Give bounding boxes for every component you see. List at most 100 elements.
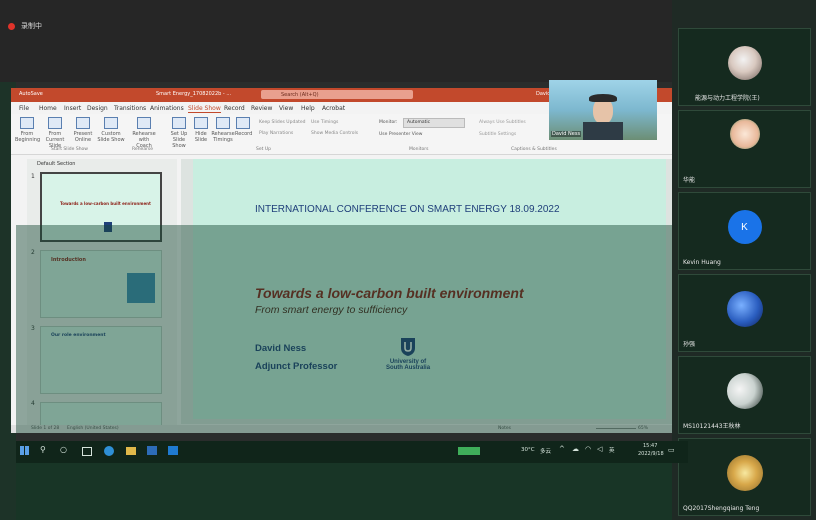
tab-help[interactable]: Help (301, 105, 315, 112)
slide-count: Slide 1 of 28 (31, 426, 60, 431)
presenter-view-checkbox[interactable]: Use Presenter View (379, 132, 422, 137)
tab-design[interactable]: Design (87, 105, 108, 112)
zoom-level[interactable]: 65% (638, 426, 648, 431)
volume-icon[interactable]: ◁ (597, 445, 602, 453)
slide-thumbnail[interactable]: Towards a low-carbon built environment (40, 172, 162, 242)
slide-thumbnails-pane: Default Section 1 Towards a low-carbon b… (27, 159, 177, 432)
avatar (729, 118, 760, 149)
edge-icon[interactable] (104, 446, 114, 456)
slide-number: 2 (31, 249, 35, 256)
participant-tile[interactable]: MS10121443王秋林 (678, 356, 811, 434)
setup-button[interactable]: Set Up Slide Show (167, 117, 191, 149)
coach-icon (137, 117, 151, 129)
subtitles-checkbox[interactable]: Always Use Subtitles (479, 120, 526, 125)
rehearse-timings-button[interactable]: Rehearse Timings (211, 117, 235, 143)
from-beginning-button[interactable]: From Beginning (15, 117, 40, 143)
search-box[interactable]: Search (Alt+Q) (261, 90, 413, 99)
participant-tile[interactable]: 孙强 (678, 274, 811, 352)
record-button[interactable]: Record (235, 117, 253, 137)
search-placeholder: Search (Alt+Q) (281, 92, 319, 98)
file-explorer-icon[interactable] (126, 447, 136, 455)
slide-number: 3 (31, 325, 35, 332)
avatar (726, 373, 763, 410)
record-icon (236, 117, 250, 129)
tab-record[interactable]: Record (224, 105, 245, 112)
slide-canvas: INTERNATIONAL CONFERENCE ON SMART ENERGY… (181, 159, 672, 424)
present-online-label: Present Online (73, 131, 93, 143)
speaker-hat (589, 94, 617, 102)
wifi-icon[interactable]: ◠ (585, 445, 591, 453)
slide-thumbnail[interactable]: Our role environment (40, 326, 162, 394)
notification-icon[interactable]: ▭ (668, 446, 675, 454)
tab-home[interactable]: Home (39, 105, 57, 112)
rehearse-group-label: Rehearse (132, 147, 154, 152)
slide-thumbnail[interactable]: Introduction (40, 250, 162, 318)
windows-taskbar: ⚲ ○ 30°C 多云 ^ ☁ ◠ ◁ 英 15:47 2022/9/18 ▭ (16, 441, 688, 463)
weather-label[interactable]: 多云 (540, 447, 551, 455)
tab-slide-show[interactable]: Slide Show (188, 105, 221, 113)
language-label[interactable]: English (United States) (67, 426, 119, 431)
app-icon[interactable] (168, 446, 178, 455)
widgets-icon[interactable] (82, 447, 92, 456)
clock-date[interactable]: 2022/9/18 (638, 451, 664, 457)
tab-view[interactable]: View (279, 105, 293, 112)
university-name: University of South Australia (381, 359, 435, 371)
task-view-icon[interactable]: ○ (60, 445, 67, 454)
tab-animations[interactable]: Animations (150, 105, 184, 112)
monitor-label: Monitor: (379, 120, 398, 125)
participant-name: 华能 (683, 177, 696, 184)
hide-slide-icon (194, 117, 208, 129)
temperature[interactable]: 30°C (521, 447, 535, 453)
participant-tile[interactable]: 华能 (678, 110, 811, 188)
avatar: K (727, 210, 762, 245)
show-media-checkbox[interactable]: Show Media Controls (311, 131, 358, 136)
search-icon[interactable]: ⚲ (40, 445, 46, 454)
record-label: Record (235, 131, 253, 137)
slide-number: 1 (31, 173, 35, 180)
windows-start-icon[interactable] (20, 446, 29, 455)
avatar (727, 46, 762, 81)
tab-acrobat[interactable]: Acrobat (322, 105, 345, 112)
ime-label[interactable]: 英 (609, 446, 615, 454)
zoom-slider[interactable] (596, 428, 636, 429)
subtitle-settings-button[interactable]: Subtitle Settings (479, 132, 516, 137)
play-current-icon (48, 117, 62, 129)
hide-slide-label: Hide Slide (194, 131, 208, 143)
notes-button[interactable]: Notes (498, 426, 511, 431)
rehearse-timings-label: Rehearse Timings (211, 131, 235, 143)
thumbnail-title: Our role environment (51, 333, 106, 338)
monitor-select[interactable]: Automatic (403, 118, 465, 128)
start-group-label: Start Slide Show (51, 147, 88, 152)
ppt-title: Smart Energy_17082022b - ... (156, 91, 232, 97)
participant-tile[interactable]: K Kevin Huang (678, 192, 811, 270)
current-slide[interactable]: INTERNATIONAL CONFERENCE ON SMART ENERGY… (193, 159, 666, 419)
participant-name: Kevin Huang (683, 259, 721, 266)
participant-tile[interactable]: QQ2017Shengqiang Teng (678, 438, 811, 516)
rehearse-coach-button[interactable]: Rehearse with Coach (131, 117, 157, 149)
university-shield-icon (401, 338, 415, 356)
section-label[interactable]: Default Section (37, 161, 75, 167)
speaker-shirt (583, 122, 623, 140)
author-role: Adjunct Professor (255, 361, 338, 372)
captions-group-label: Captions & Subtitles (511, 147, 557, 152)
tab-transitions[interactable]: Transitions (114, 105, 146, 112)
hide-slide-button[interactable]: Hide Slide (191, 117, 211, 143)
present-online-button[interactable]: Present Online (71, 117, 95, 143)
tab-review[interactable]: Review (251, 105, 272, 112)
participant-name: 能源与动力工程学院(王) (695, 95, 760, 102)
custom-show-button[interactable]: Custom Slide Show (97, 117, 125, 143)
participant-name: MS10121443王秋林 (683, 423, 741, 430)
from-current-button[interactable]: From Current Slide (41, 117, 69, 149)
clock-time[interactable]: 15:47 (643, 443, 657, 449)
meeting-app-icon[interactable] (147, 446, 157, 455)
participant-tile[interactable]: 能源与动力工程学院(王) (678, 28, 811, 106)
chevron-up-icon[interactable]: ^ (559, 445, 565, 453)
speaker-video[interactable]: David Ness (549, 80, 657, 140)
tab-insert[interactable]: Insert (64, 105, 81, 112)
cloud-icon[interactable]: ☁ (572, 445, 579, 453)
play-narrations-checkbox[interactable]: Play Narrations (259, 131, 293, 136)
tab-file[interactable]: File (19, 105, 29, 112)
keep-updated-checkbox[interactable]: Keep Slides Updated (259, 120, 305, 125)
participants-panel: 能源与动力工程学院(王) 华能 K Kevin Huang 孙强 MS10121… (672, 0, 816, 520)
use-timings-checkbox[interactable]: Use Timings (311, 120, 338, 125)
